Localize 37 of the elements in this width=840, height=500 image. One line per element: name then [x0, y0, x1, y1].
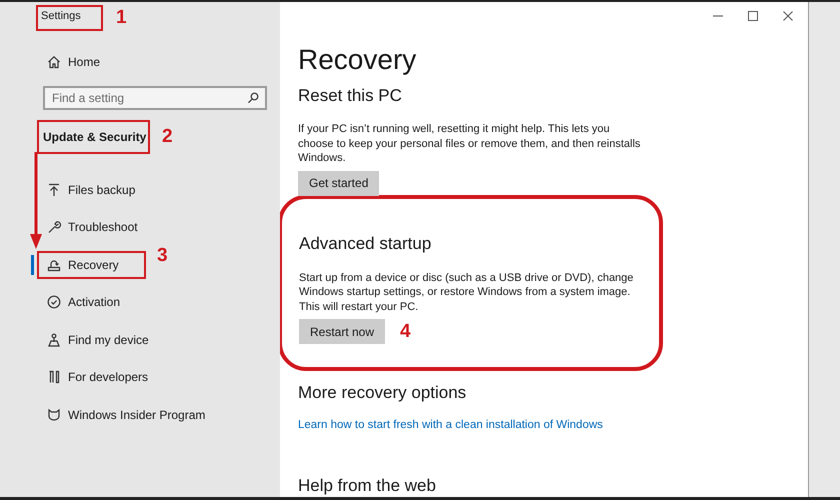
tools-icon — [47, 370, 61, 384]
nav-item[interactable]: Find my device — [39, 332, 149, 347]
close-icon — [782, 10, 794, 22]
search-input[interactable]: Find a setting — [52, 91, 247, 105]
page-title: Recovery — [298, 43, 418, 77]
nav-item[interactable]: Recovery — [39, 258, 119, 272]
description: Start up from a device or disc (such as a USB drive or DVD), change Windows startup settings, or restore Windows from a system image. This will restart your PC. — [299, 270, 634, 314]
maximize-icon — [747, 10, 759, 22]
nav-item[interactable]: Windows Insider Program — [39, 408, 206, 422]
home-icon — [47, 55, 61, 69]
action-button[interactable]: Restart now — [299, 319, 386, 344]
search-field[interactable]: Find a setting — [43, 86, 267, 110]
nav-item[interactable]: For developers — [39, 370, 148, 384]
nav-item[interactable]: Troubleshoot — [39, 220, 138, 234]
nav-item[interactable]: Files backup — [39, 182, 136, 197]
section-heading: Update & Security — [43, 130, 146, 144]
upload-icon — [47, 182, 61, 197]
section-heading: Help from the web — [298, 475, 437, 497]
home-link[interactable]: Home — [47, 52, 100, 72]
callout-number: 4 — [400, 322, 411, 342]
wrench-icon — [47, 220, 61, 234]
window-title: Settings — [41, 10, 81, 22]
cat-face-icon — [47, 408, 61, 422]
callout-number: 1 — [116, 8, 127, 28]
callout-number: 2 — [162, 127, 173, 147]
section-heading: Reset this PC — [298, 85, 403, 107]
check-circle-icon — [47, 295, 61, 310]
nav-item[interactable]: Activation — [39, 295, 120, 310]
section-heading: Advanced startup — [299, 232, 432, 254]
description: If your PC isn’t running well, resetting it might help. This lets you choose to keep your personal files or remove them, and then reinstalls Windows. — [298, 122, 642, 166]
search-icon — [247, 92, 259, 104]
person-pin-icon — [47, 332, 61, 347]
callout-number: 3 — [157, 246, 168, 266]
link[interactable]: Learn how to start fresh with a clean installation of Windows — [298, 418, 603, 433]
recovery-icon — [47, 258, 61, 272]
action-button[interactable]: Get started — [298, 170, 380, 196]
section-heading: More recovery options — [298, 382, 468, 404]
